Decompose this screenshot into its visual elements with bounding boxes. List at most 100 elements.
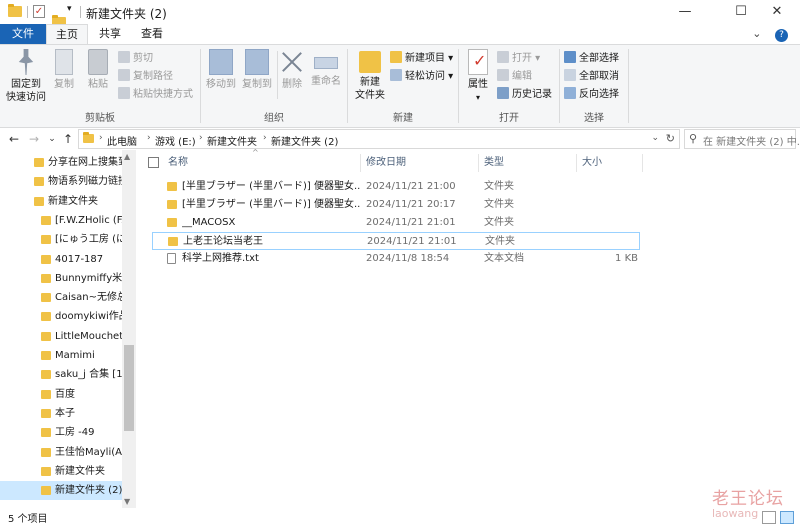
move-to-button[interactable]: 移动到 [203,49,239,91]
text-file-icon [167,253,176,264]
select-all-checkbox[interactable] [148,157,159,168]
tree-item-label: 物语系列磁力链接 [48,176,122,188]
file-date: 2024/11/21 21:00 [366,181,456,192]
copy-to-button[interactable]: 复制到 [239,49,275,91]
column-header-size[interactable]: 大小 [582,152,642,174]
select-group-label: 选择 [584,113,604,124]
file-row[interactable]: 科学上网推荐.txt 2024/11/8 18:54 文本文档 1 KB [152,250,640,268]
tab-view[interactable]: 查看 [132,24,172,44]
tree-item[interactable]: saku_j 合集 [16 [0,365,122,384]
easy-access-button[interactable]: 轻松访问 ▾ [390,69,453,85]
refresh-icon[interactable]: ↻ [666,132,675,145]
tree-item[interactable]: Caisan~无修总 [0,288,122,307]
tree-item-label: 4017-187 [55,253,104,265]
easy-access-icon [390,69,402,81]
tab-file[interactable]: 文件 [0,24,46,44]
cut-button[interactable]: 剪切 [118,51,153,67]
tree-item[interactable]: LittleMouchette [0,327,122,346]
close-button[interactable]: ✕ [754,0,800,24]
paste-button[interactable]: 粘贴 [84,49,112,91]
copy-icon [55,49,73,75]
properties-button[interactable]: 属性 ▾ [463,49,493,104]
tree-item-label: 分享在网上搜集到 [48,157,122,168]
copy-path-button[interactable]: 复制路径 [118,69,173,85]
search-box[interactable]: ⚲ 在 新建文件夹 (2) 中... [684,129,800,149]
scroll-up-icon[interactable]: ▲ [124,152,130,161]
tree-item[interactable]: 物语系列磁力链接 [0,172,122,191]
breadcrumb-current-folder[interactable]: 新建文件夹 (2) [271,133,338,148]
file-row[interactable]: __MACOSX 2024/11/21 21:01 文件夹 [152,214,640,232]
open-button[interactable]: 打开 ▾ [497,51,540,67]
scroll-down-icon[interactable]: ▼ [124,497,130,506]
back-button[interactable]: ← [6,130,22,148]
copy-button[interactable]: 复制 [50,49,78,91]
tree-item[interactable]: Bunnymiffy米三 [0,269,122,288]
select-all-icon [564,51,576,63]
folder-icon [41,235,51,245]
pin-quick-access-button[interactable]: 固定到 快速访问 [4,49,48,104]
tree-item[interactable]: 4017-187 [0,250,122,269]
tree-item[interactable]: doomykiwi作品 [0,307,122,326]
watermark-url: laowang [712,507,759,520]
file-date: 2024/11/8 18:54 [366,253,450,264]
customize-toolbar-chevron-icon[interactable]: ▾ [67,4,72,14]
address-history-dropdown-icon[interactable]: ⌄ [651,133,659,143]
move-to-label: 移动到 [206,79,236,90]
file-row[interactable]: [半里ブラザー (半里バード)] 便器聖女... 2024/11/21 21:00… [152,178,640,196]
collapse-ribbon-icon[interactable]: ⌄ [752,27,761,40]
file-row[interactable]: 上老王论坛当老王 2024/11/21 21:01 文件夹 [152,232,640,250]
tree-item-label: Bunnymiffy米三 [55,272,122,284]
tree-item[interactable]: 新建文件夹 [0,192,122,211]
history-button[interactable]: 历史记录 [497,87,552,103]
tree-item[interactable]: 新建文件夹 [0,462,122,481]
copy-path-icon [118,69,130,81]
tree-item[interactable]: 新建文件夹 (2) [0,481,122,501]
tree-item[interactable]: 工房 -49 [0,423,122,442]
tree-item[interactable]: Mamimi [0,346,122,365]
new-item-button[interactable]: 新建项目 ▾ [390,51,453,67]
navigation-pane: 分享在网上搜集到 物语系列磁力链接 新建文件夹 [F.W.ZHolic (FA [にゅう… [0,150,136,508]
tree-item[interactable]: [にゅう工房 (にゅ [0,230,122,249]
breadcrumb-drive[interactable]: 游戏 (E:) [155,133,196,148]
properties-quick-icon[interactable]: ✓ [33,5,45,18]
tree-item[interactable]: 分享在网上搜集到 [0,153,122,172]
help-icon[interactable]: ? [775,29,788,42]
paste-shortcut-button[interactable]: 粘贴快捷方式 [118,87,193,103]
tab-home[interactable]: 主页 [46,24,88,44]
file-row[interactable]: [半里ブラザー (半里バード)] 便器聖女... 2024/11/21 20:17… [152,196,640,214]
invert-selection-button[interactable]: 反向选择 [564,87,619,103]
address-bar[interactable]: › 此电脑 › 游戏 (E:) › 新建文件夹 › 新建文件夹 (2) ⌄ ↻ [78,129,680,149]
tree-item[interactable]: 王佳怡Mayli(Ai [0,443,122,462]
navigation-pane-scrollbar[interactable]: ▲ ▼ [122,150,136,508]
select-none-icon [564,69,576,81]
select-all-button[interactable]: 全部选择 [564,51,619,67]
recent-locations-button[interactable]: ⌄ [44,130,60,148]
tree-item[interactable]: 本子 [0,404,122,423]
folder-icon [41,351,51,360]
tree-item[interactable]: 百度 [0,385,122,404]
details-view-button[interactable] [762,511,776,524]
delete-button[interactable]: 删除 [279,49,305,91]
column-header-date[interactable]: 修改日期 [366,152,478,174]
large-icons-view-button[interactable] [780,511,794,524]
breadcrumb-parent-folder[interactable]: 新建文件夹 [207,133,257,148]
folder-icon [41,254,51,264]
up-button[interactable]: ↑ [60,130,76,148]
scrollbar-thumb[interactable] [124,345,134,431]
new-folder-button[interactable]: 新建 文件夹 [352,49,388,102]
rename-button[interactable]: 重命名 [309,49,343,88]
breadcrumb-this-pc[interactable]: 此电脑 [107,133,137,148]
rename-label: 重命名 [311,76,341,87]
tree-item-label: Mamimi [55,350,95,361]
file-list: ^ 名称 修改日期 类型 大小 [半里ブラザー (半里バード)] 便器聖女...… [140,148,800,508]
column-header-type[interactable]: 类型 [484,152,576,174]
forward-button[interactable]: → [26,130,42,148]
file-name: 科学上网推荐.txt [182,253,259,264]
tree-item[interactable]: [F.W.ZHolic (FA [0,211,122,230]
minimize-button[interactable]: — [662,0,708,24]
column-header-name[interactable]: 名称 [168,152,358,174]
edit-button[interactable]: 编辑 [497,69,532,85]
navigation-bar: ← → ⌄ ↑ › 此电脑 › 游戏 (E:) › 新建文件夹 › 新建文件夹 … [0,128,800,150]
tab-share[interactable]: 共享 [90,24,130,44]
select-none-button[interactable]: 全部取消 [564,69,619,85]
